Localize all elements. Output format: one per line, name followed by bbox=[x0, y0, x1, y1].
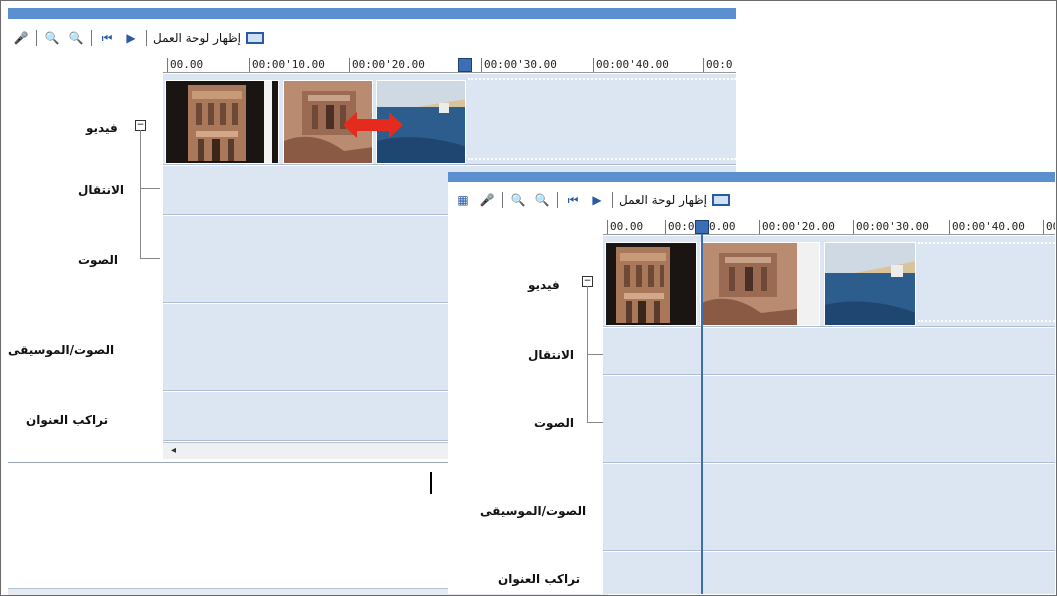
show-storyboard-button[interactable]: إظهار لوحة العمل bbox=[153, 31, 265, 45]
text-cursor bbox=[430, 472, 432, 494]
ruler-tick: 00:0 bbox=[703, 58, 733, 72]
track-label-title-overlay: تراكب العنوان bbox=[26, 413, 109, 427]
video-clip-petra-treasury[interactable] bbox=[165, 80, 279, 164]
ruler-tick: 00.00 bbox=[607, 220, 643, 234]
zoom-in-icon[interactable]: 🔍 bbox=[509, 191, 527, 209]
back-playhead-handle[interactable] bbox=[458, 58, 472, 72]
scroll-left-arrow-icon[interactable]: ◂ bbox=[171, 445, 176, 456]
front-toolbar: ▦ 🎤 🔍 🔍 ⏮ ▶ إظهار لوحة العمل bbox=[448, 188, 1055, 212]
zoom-out-icon[interactable]: 🔍 bbox=[67, 29, 85, 47]
track-dotted-edge bbox=[918, 242, 1055, 244]
storyboard-icon bbox=[246, 32, 265, 44]
double-arrow-icon bbox=[343, 112, 403, 138]
ruler-tick: 00:00'40.00 bbox=[949, 220, 1025, 234]
clip-info-icon[interactable]: ▦ bbox=[454, 191, 472, 209]
back-time-ruler[interactable]: 00.00 00:00'10.00 00:00'20.00 00:00'30.0… bbox=[163, 58, 736, 73]
ruler-tick: 00:00'30.00 bbox=[481, 58, 557, 72]
track-label-audio-music: الصوت/الموسيقى bbox=[480, 504, 587, 518]
front-playhead-handle[interactable] bbox=[695, 220, 709, 234]
rewind-icon[interactable]: ⏮ bbox=[98, 29, 116, 47]
clip-thumbnail bbox=[825, 243, 915, 325]
track-label-audio-music: الصوت/الموسيقى bbox=[8, 343, 115, 357]
tree-line bbox=[140, 258, 160, 259]
ruler-tick: 00:00'10.00 bbox=[249, 58, 325, 72]
show-storyboard-button[interactable]: إظهار لوحة العمل bbox=[619, 193, 731, 207]
front-title-bar bbox=[448, 172, 1055, 182]
show-storyboard-label: إظهار لوحة العمل bbox=[619, 193, 708, 207]
zoom-out-icon[interactable]: 🔍 bbox=[533, 191, 551, 209]
front-playhead-line[interactable] bbox=[701, 234, 703, 594]
toolbar-separator bbox=[612, 192, 613, 208]
narrate-microphone-icon[interactable]: 🎤 bbox=[12, 29, 30, 47]
zoom-in-icon[interactable]: 🔍 bbox=[43, 29, 61, 47]
ruler-tick: 0.00 bbox=[709, 220, 736, 233]
track-label-audio: الصوت bbox=[78, 253, 119, 267]
ruler-tick: 00:00'40.00 bbox=[593, 58, 669, 72]
toolbar-separator bbox=[557, 192, 558, 208]
ruler-tick: 00.00 bbox=[167, 58, 203, 72]
play-icon[interactable]: ▶ bbox=[588, 191, 606, 209]
clip-thumbnail bbox=[188, 81, 272, 163]
play-icon[interactable]: ▶ bbox=[122, 29, 140, 47]
track-dotted-edge bbox=[468, 78, 736, 80]
narrate-microphone-icon[interactable]: 🎤 bbox=[478, 191, 496, 209]
ruler-tick: 00:0 bbox=[665, 220, 695, 234]
track-label-transition: الانتقال bbox=[528, 348, 575, 362]
track-label-transition: الانتقال bbox=[78, 183, 125, 197]
toolbar-separator bbox=[36, 30, 37, 46]
audio-track[interactable] bbox=[603, 376, 1055, 463]
ruler-tick: 00:00'20.00 bbox=[759, 220, 835, 234]
tree-line bbox=[587, 422, 603, 423]
ruler-tick: 00:00'20.00 bbox=[349, 58, 425, 72]
tree-line bbox=[140, 130, 141, 258]
clip-thumbnail bbox=[616, 247, 670, 323]
track-label-audio: الصوت bbox=[534, 416, 575, 430]
toolbar-separator bbox=[91, 30, 92, 46]
track-dotted-edge bbox=[918, 320, 1055, 322]
tree-line bbox=[587, 354, 603, 355]
show-storyboard-label: إظهار لوحة العمل bbox=[153, 31, 242, 45]
video-clip-petra-treasury[interactable] bbox=[605, 242, 697, 326]
video-clip-petra-monastery[interactable] bbox=[700, 242, 820, 326]
clip-thumbnail bbox=[701, 243, 819, 325]
ruler-tick: 00 bbox=[1043, 220, 1055, 234]
ruler-tick: 00:00'30.00 bbox=[853, 220, 929, 234]
transition-track[interactable] bbox=[603, 328, 1055, 375]
track-label-video: فيديو bbox=[86, 121, 118, 135]
toolbar-separator bbox=[146, 30, 147, 46]
back-title-bar bbox=[8, 8, 736, 19]
audio-music-track[interactable] bbox=[603, 464, 1055, 551]
rewind-icon[interactable]: ⏮ bbox=[564, 191, 582, 209]
track-label-title-overlay: تراكب العنوان bbox=[498, 572, 581, 586]
storyboard-icon bbox=[712, 194, 731, 206]
video-clip-aqaba-beach[interactable] bbox=[824, 242, 916, 326]
track-dotted-edge bbox=[468, 158, 736, 160]
tree-line bbox=[140, 188, 160, 189]
track-label-video: فيديو bbox=[528, 278, 560, 292]
toolbar-separator bbox=[502, 192, 503, 208]
front-timeline-panel: ▦ 🎤 🔍 🔍 ⏮ ▶ إظهار لوحة العمل 00.00 00:0 … bbox=[448, 172, 1055, 594]
title-overlay-track[interactable] bbox=[603, 552, 1055, 594]
front-time-ruler[interactable]: 00.00 00:0 0.00 00:00'20.00 00:00'30.00 … bbox=[603, 220, 1055, 235]
back-toolbar: 🎤 🔍 🔍 ⏮ ▶ إظهار لوحة العمل bbox=[8, 26, 736, 50]
